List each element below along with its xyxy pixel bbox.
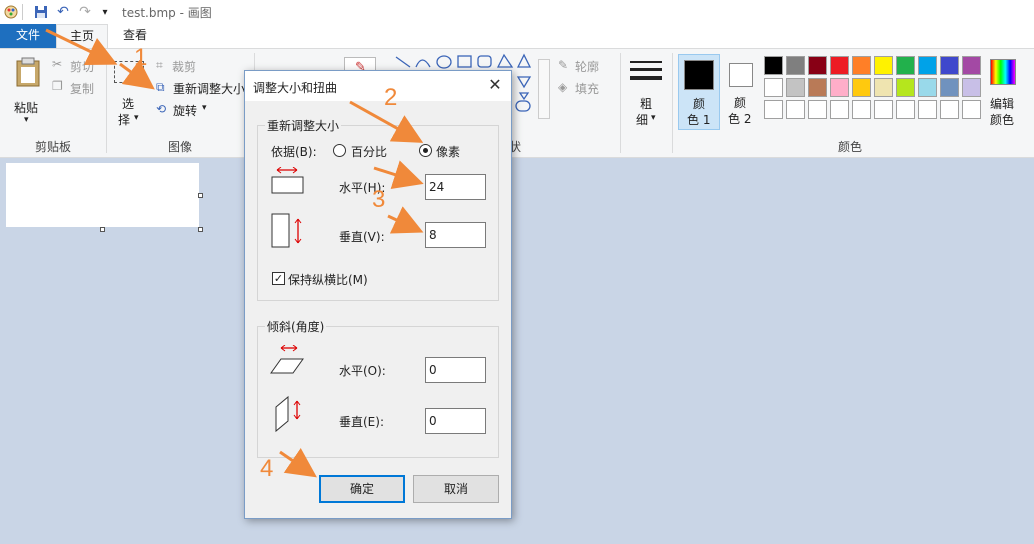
annotation-number-2: 2: [384, 84, 398, 111]
arrow-3b: [387, 206, 424, 234]
arrow-4: [279, 448, 317, 478]
annotation-number-4: 4: [260, 455, 274, 482]
arrow-1a: [45, 28, 118, 66]
arrow-3a: [373, 160, 424, 190]
annotation-number-3: 3: [372, 186, 386, 213]
annotation-number-1: 1: [134, 44, 148, 71]
annotation-arrows: [45, 28, 424, 478]
